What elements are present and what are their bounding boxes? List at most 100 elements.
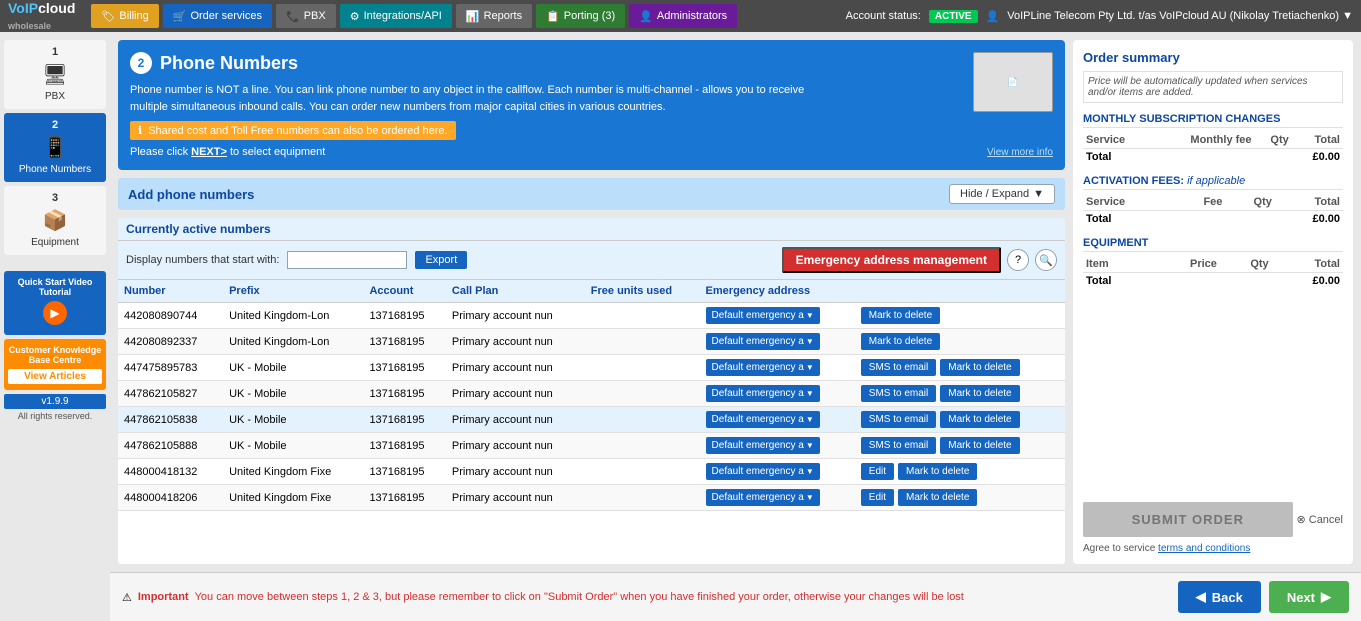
sms-email-button[interactable]: SMS to email xyxy=(861,385,936,402)
sms-email-button[interactable]: SMS to email xyxy=(861,437,936,454)
search-icon-button[interactable]: 🔍 xyxy=(1035,249,1057,271)
back-button[interactable]: ◀ Back xyxy=(1178,581,1261,613)
emergency-address-button[interactable]: Emergency address management xyxy=(782,247,1001,273)
currently-active-label: Currently active numbers xyxy=(118,218,1065,241)
nav-tab-pbx[interactable]: 📞 PBX xyxy=(276,4,336,28)
cancel-button[interactable]: ⊗ Cancel xyxy=(1297,513,1343,526)
logo: VoIPcloud wholesale xyxy=(8,0,75,32)
edit-button[interactable]: Edit xyxy=(861,489,894,506)
table-row: 442080890744 United Kingdom-Lon 13716819… xyxy=(118,303,1065,329)
cell-emergency: Default emergency a ▼ xyxy=(700,329,855,355)
monthly-col-qty: Qty xyxy=(1255,132,1292,149)
integrations-icon: ⚙ xyxy=(350,10,360,23)
mark-delete-button[interactable]: Mark to delete xyxy=(898,489,977,506)
edit-button[interactable]: Edit xyxy=(861,463,894,480)
table-toolbar: Display numbers that start with: Export … xyxy=(118,241,1065,280)
default-emergency-button[interactable]: Default emergency a ▼ xyxy=(706,489,820,506)
phone-sidebar-icon: 📱 xyxy=(43,135,68,160)
cell-callplan: Primary account nun xyxy=(446,459,585,485)
dropdown-arrow-icon: ▼ xyxy=(806,415,814,424)
cell-free-units xyxy=(585,355,700,381)
sidebar-num-1: 1 xyxy=(52,46,58,58)
table-row: 448000418206 United Kingdom Fixe 1371681… xyxy=(118,485,1065,511)
action-cell: Mark to delete xyxy=(861,333,1059,350)
default-emergency-button[interactable]: Default emergency a ▼ xyxy=(706,359,820,376)
export-button[interactable]: Export xyxy=(415,251,467,269)
action-cell: SMS to emailMark to delete xyxy=(861,411,1059,428)
warning-label: Important xyxy=(138,591,189,603)
view-articles-button[interactable]: View Articles xyxy=(8,369,102,384)
monthly-total-label: Total xyxy=(1083,149,1152,166)
nav-tab-order-services[interactable]: 🛒 Order services xyxy=(163,4,272,28)
next-instruction: Please click NEXT> to select equipment xyxy=(130,146,1053,158)
default-emergency-button[interactable]: Default emergency a ▼ xyxy=(706,385,820,402)
mark-delete-button[interactable]: Mark to delete xyxy=(940,385,1019,402)
cell-actions: SMS to emailMark to delete xyxy=(855,355,1065,381)
cell-actions: EditMark to delete xyxy=(855,485,1065,511)
mark-delete-button[interactable]: Mark to delete xyxy=(940,411,1019,428)
bottom-buttons: ◀ Back Next ▶ xyxy=(1178,581,1349,613)
cell-account: 137168195 xyxy=(363,407,445,433)
sms-email-button[interactable]: SMS to email xyxy=(861,411,936,428)
mark-delete-button[interactable]: Mark to delete xyxy=(861,333,940,350)
nav-tab-reports[interactable]: 📊 Reports xyxy=(456,4,532,28)
monthly-col-total: Total xyxy=(1292,132,1343,149)
cell-actions: SMS to emailMark to delete xyxy=(855,381,1065,407)
info-icon-button[interactable]: ? xyxy=(1007,249,1029,271)
mark-delete-button[interactable]: Mark to delete xyxy=(861,307,940,324)
hide-expand-button[interactable]: Hide / Expand ▼ xyxy=(949,184,1055,204)
mark-delete-button[interactable]: Mark to delete xyxy=(898,463,977,480)
activation-col-total: Total xyxy=(1275,194,1343,211)
default-emergency-button[interactable]: Default emergency a ▼ xyxy=(706,307,820,324)
order-icon: 🛒 xyxy=(173,10,187,23)
sidebar-item-pbx[interactable]: 1 🖥 PBX xyxy=(4,40,106,109)
activation-col-qty: Qty xyxy=(1225,194,1274,211)
sidebar-item-equipment[interactable]: 3 📦 Equipment xyxy=(4,186,106,255)
mark-delete-button[interactable]: Mark to delete xyxy=(940,359,1019,376)
view-more-link[interactable]: View more info xyxy=(987,147,1053,158)
dropdown-arrow-icon: ▼ xyxy=(806,493,814,502)
table-row: 447862105838 UK - Mobile 137168195 Prima… xyxy=(118,407,1065,433)
page-description: Phone number is NOT a line. You can link… xyxy=(130,82,830,115)
default-emergency-button[interactable]: Default emergency a ▼ xyxy=(706,463,820,480)
table-row: 448000418132 United Kingdom Fixe 1371681… xyxy=(118,459,1065,485)
submit-order-button[interactable]: SUBMIT ORDER xyxy=(1083,502,1293,537)
search-input[interactable] xyxy=(287,251,407,269)
default-emergency-button[interactable]: Default emergency a ▼ xyxy=(706,333,820,350)
knowledge-title: Customer Knowledge Base Centre xyxy=(8,345,102,365)
monthly-col-service: Service xyxy=(1083,132,1152,149)
sidebar-item-phone-numbers[interactable]: 2 📱 Phone Numbers xyxy=(4,113,106,182)
cell-free-units xyxy=(585,485,700,511)
order-note: Price will be automatically updated when… xyxy=(1083,71,1343,103)
table-row: 447475895783 UK - Mobile 137168195 Prima… xyxy=(118,355,1065,381)
bottom-bar: ⚠ Important You can move between steps 1… xyxy=(110,572,1361,621)
cell-emergency: Default emergency a ▼ xyxy=(700,407,855,433)
nav-tab-integrations[interactable]: ⚙ Integrations/API xyxy=(340,4,452,28)
action-cell: SMS to emailMark to delete xyxy=(861,385,1059,402)
nav-tab-porting[interactable]: 📋 Porting (3) xyxy=(536,4,625,28)
cell-prefix: UK - Mobile xyxy=(223,381,363,407)
order-summary-title: Order summary xyxy=(1083,50,1343,65)
play-button[interactable]: ▶ xyxy=(43,301,67,325)
table-header-row: Number Prefix Account Call Plan Free uni… xyxy=(118,280,1065,303)
user-name[interactable]: VoIPLine Telecom Pty Ltd. t/as VoIPcloud… xyxy=(1007,10,1353,22)
next-link[interactable]: NEXT> xyxy=(191,146,227,158)
cell-emergency: Default emergency a ▼ xyxy=(700,433,855,459)
rights-text: All rights reserved. xyxy=(4,411,106,421)
default-emergency-button[interactable]: Default emergency a ▼ xyxy=(706,411,820,428)
col-free-units: Free units used xyxy=(585,280,700,303)
cell-callplan: Primary account nun xyxy=(446,407,585,433)
col-account: Account xyxy=(363,280,445,303)
sms-email-button[interactable]: SMS to email xyxy=(861,359,936,376)
next-button[interactable]: Next ▶ xyxy=(1269,581,1349,613)
default-emergency-button[interactable]: Default emergency a ▼ xyxy=(706,437,820,454)
reports-icon: 📊 xyxy=(466,10,480,23)
terms-link[interactable]: terms and conditions xyxy=(1158,543,1250,554)
dropdown-arrow-icon: ▼ xyxy=(806,311,814,320)
nav-tab-administrators[interactable]: 👤 Administrators xyxy=(629,4,737,28)
nav-tab-billing[interactable]: 🏷 Billing xyxy=(91,4,158,28)
mark-delete-button[interactable]: Mark to delete xyxy=(940,437,1019,454)
equipment-table: Item Price Qty Total Total £0.00 xyxy=(1083,256,1343,289)
cell-account: 137168195 xyxy=(363,303,445,329)
numbers-table: Number Prefix Account Call Plan Free uni… xyxy=(118,280,1065,511)
